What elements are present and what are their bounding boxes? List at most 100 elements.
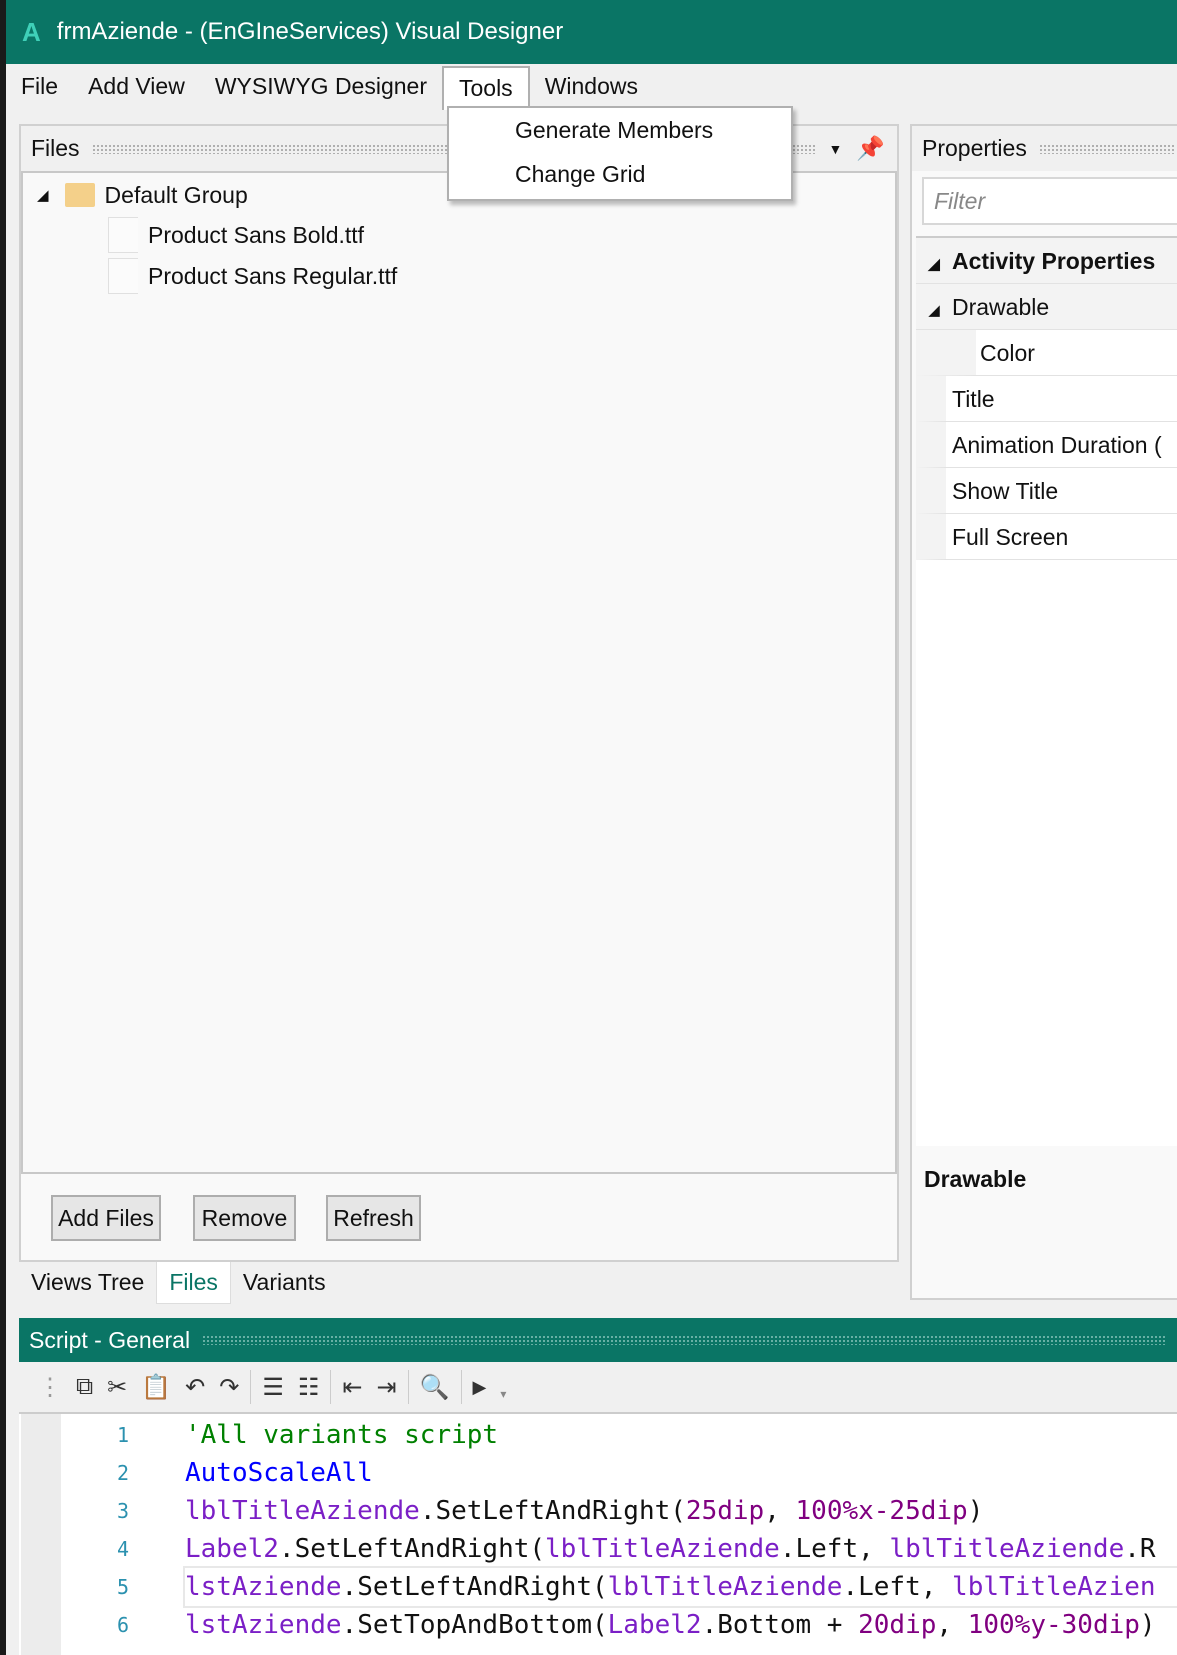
code-text: lstAziende.SetTopAndBottom(Label2.Bottom… [185, 1606, 1156, 1644]
code-editor[interactable]: 1 'All variants script 2 AutoScaleAll 3 lblTi… [19, 1414, 1177, 1655]
code-text: lstAziende.SetLeftAndRight(lblTitleAzien… [183, 1566, 1177, 1608]
code-token: .SetLeftAndRight( [341, 1572, 608, 1602]
properties-panel: Properties Filter ◢ Activity Properties ◢… [910, 124, 1177, 1300]
folder-icon [64, 183, 95, 207]
toolbar-grip-icon[interactable]: ⋮ [38, 1373, 62, 1402]
outdent-icon[interactable]: ⇤ [342, 1373, 362, 1402]
code-text: 'All variants script [185, 1416, 498, 1454]
code-line[interactable]: 1 'All variants script [19, 1416, 1177, 1454]
row-label: Animation Duration ( [952, 432, 1162, 458]
files-panel: Files ▼ 📌 ◢ Default Group Product Sans B… [19, 124, 899, 1262]
code-line[interactable]: 4 Label2.SetLeftAndRight(lblTitleAziende.… [19, 1530, 1177, 1568]
property-title[interactable]: Title [916, 376, 1177, 422]
code-line[interactable]: 5 lstAziende.SetLeftAndRight(lblTitleAzie… [19, 1566, 1177, 1608]
uncomment-icon[interactable]: ☷ [298, 1373, 320, 1402]
tree-group[interactable]: ◢ Default Group [37, 175, 248, 215]
code-text: AutoScaleAll [185, 1454, 373, 1492]
app-logo-icon: A [22, 16, 41, 47]
window-title: frmAziende - (EnGIneServices) Visual Des… [56, 18, 564, 45]
dropdown-arrow-icon[interactable]: ▼ [829, 141, 843, 157]
code-token: .Left, [779, 1534, 890, 1564]
add-files-button[interactable]: Add Files [51, 1195, 161, 1241]
find-icon[interactable]: 🔍 [420, 1373, 450, 1402]
paste-icon[interactable]: 📋 [141, 1373, 171, 1402]
line-number: 6 [117, 1613, 130, 1637]
menu-windows[interactable]: Windows [530, 64, 653, 109]
property-grid: ◢ Activity Properties ◢ Drawable Color Tit… [916, 236, 1177, 1146]
code-token: 100%y-30dip [967, 1610, 1140, 1640]
tab-files[interactable]: Files [156, 1262, 231, 1304]
menu-item-generate-members[interactable]: Generate Members [449, 108, 791, 152]
code-token: , [936, 1610, 968, 1640]
redo-icon[interactable]: ↷ [219, 1373, 239, 1402]
row-label: Full Screen [952, 524, 1069, 550]
code-line[interactable]: 6 lstAziende.SetTopAndBottom(Label2.Botto… [19, 1606, 1177, 1644]
overflow-icon[interactable]: ▾ [500, 1387, 506, 1401]
tree-file[interactable]: Product Sans Bold.ttf [108, 215, 364, 255]
row-label: Title [952, 386, 995, 412]
file-label: Product Sans Regular.ttf [148, 262, 398, 289]
code-token: lstAziende [185, 1572, 342, 1602]
code-token: , [764, 1496, 796, 1526]
script-title: Script - General [29, 1326, 191, 1353]
code-token: lstAziende [185, 1610, 342, 1640]
indent-icon[interactable]: ⇥ [377, 1373, 397, 1402]
code-token: .Left, [842, 1572, 953, 1602]
comment-icon[interactable]: ☰ [262, 1373, 284, 1402]
property-full-screen[interactable]: Full Screen [916, 514, 1177, 560]
tree-file[interactable]: Product Sans Regular.ttf [108, 256, 397, 296]
script-panel-header: Script - General [19, 1318, 1177, 1362]
code-token: lblTitleAziende [607, 1572, 843, 1602]
code-text: Label2.SetLeftAndRight(lblTitleAziende.L… [185, 1530, 1156, 1568]
toolbar-separator [250, 1370, 252, 1404]
cut-icon[interactable]: ✂ [107, 1373, 127, 1402]
property-show-title[interactable]: Show Title [916, 468, 1177, 514]
group-label: Default Group [104, 181, 248, 208]
property-animation-duration[interactable]: Animation Duration ( [916, 422, 1177, 468]
category-activity-properties[interactable]: ◢ Activity Properties [916, 238, 1177, 284]
code-token: 'All variants script [185, 1420, 499, 1450]
line-number: 3 [117, 1499, 130, 1523]
panel-grip[interactable] [202, 1335, 1165, 1345]
remove-button[interactable]: Remove [193, 1195, 296, 1241]
code-token: Label2 [607, 1610, 702, 1640]
menu-file[interactable]: File [6, 64, 73, 109]
code-token: .R [1124, 1534, 1156, 1564]
code-token: .Bottom + [701, 1610, 859, 1640]
line-number: 5 [117, 1575, 130, 1599]
run-icon[interactable]: ▶ [473, 1377, 487, 1398]
property-color[interactable]: Color [916, 330, 1177, 376]
title-bar: A frmAziende - (EnGIneServices) Visual D… [6, 0, 1177, 64]
undo-icon[interactable]: ↶ [185, 1373, 205, 1402]
window-edge [0, 0, 6, 1655]
collapse-triangle-icon[interactable]: ◢ [916, 288, 952, 329]
code-line[interactable]: 3 lblTitleAziende.SetLeftAndRight(25dip, … [19, 1492, 1177, 1530]
menu-add-view[interactable]: Add View [73, 64, 200, 109]
code-token: 20dip [858, 1610, 937, 1640]
code-token: AutoScaleAll [185, 1458, 373, 1488]
collapse-triangle-icon[interactable]: ◢ [916, 242, 952, 283]
file-icon [108, 217, 138, 253]
category-drawable[interactable]: ◢ Drawable [916, 284, 1177, 330]
collapse-triangle-icon[interactable]: ◢ [37, 186, 49, 204]
code-token: lblTitleAzien [952, 1572, 1156, 1602]
tab-variants[interactable]: Variants [231, 1262, 338, 1304]
files-tree: ◢ Default Group Product Sans Bold.ttf Pr… [21, 171, 897, 1174]
copy-icon[interactable]: ⧉ [76, 1373, 93, 1401]
panel-tabs: Views Tree Files Variants [19, 1262, 338, 1304]
filter-input[interactable]: Filter [922, 177, 1177, 225]
code-token: .SetLeftAndRight( [278, 1534, 546, 1564]
line-number: 1 [117, 1423, 130, 1447]
row-label: Activity Properties [952, 248, 1156, 274]
panel-grip[interactable] [1038, 143, 1176, 154]
code-token: ) [1139, 1610, 1156, 1640]
row-label: Drawable [952, 294, 1050, 320]
menu-tools[interactable]: Tools [441, 65, 530, 110]
menu-wysiwyg-designer[interactable]: WYSIWYG Designer [200, 64, 442, 109]
refresh-button[interactable]: Refresh [326, 1195, 421, 1241]
menu-item-change-grid[interactable]: Change Grid [449, 152, 791, 196]
code-line[interactable]: 2 AutoScaleAll [19, 1454, 1177, 1492]
property-description: Drawable [924, 1166, 1027, 1192]
pin-icon[interactable]: 📌 [856, 135, 885, 162]
tab-views-tree[interactable]: Views Tree [19, 1262, 156, 1304]
